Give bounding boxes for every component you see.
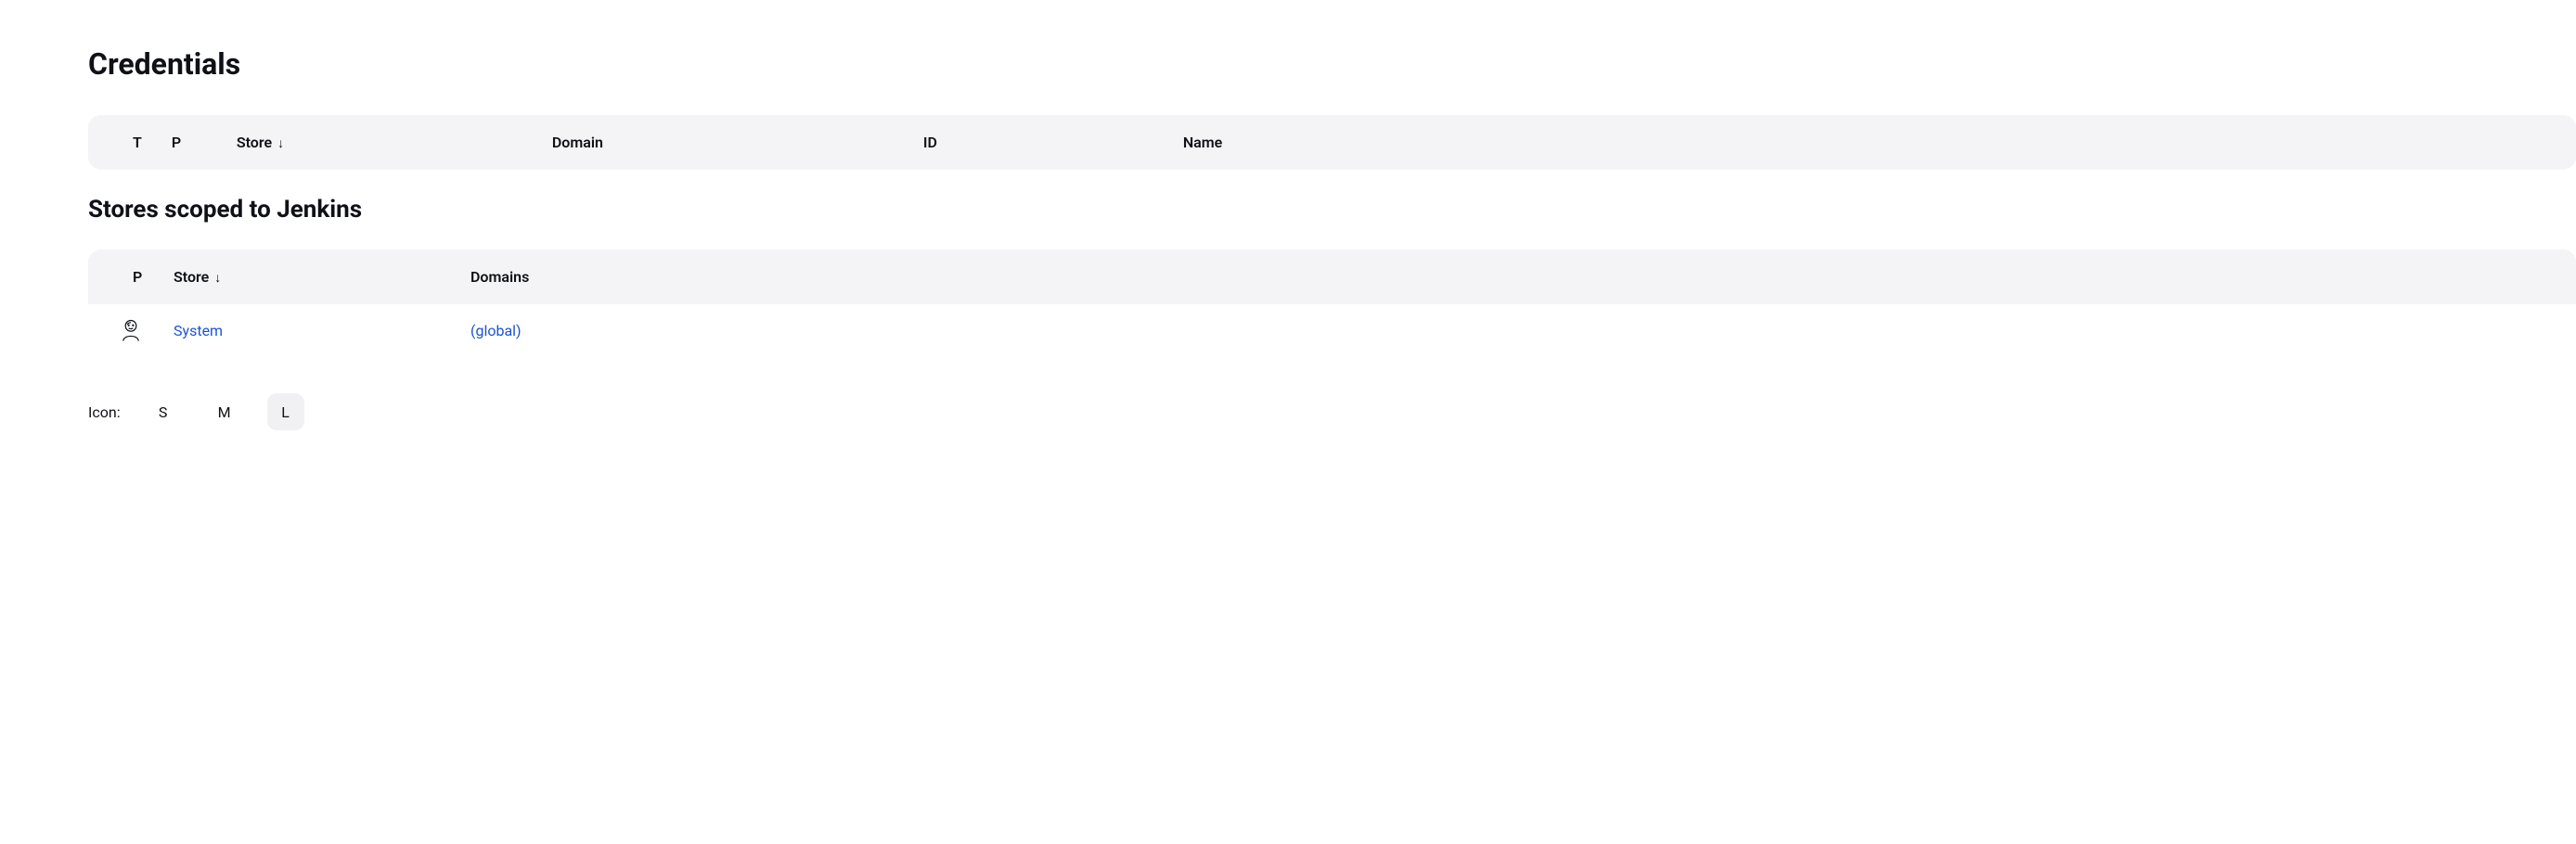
credentials-col-domain[interactable]: Domain [537, 115, 908, 170]
credentials-col-t[interactable]: T [88, 115, 157, 170]
sort-down-icon: ↓ [214, 270, 221, 286]
sort-down-icon: ↓ [277, 135, 284, 151]
icon-size-l-button[interactable]: L [267, 393, 304, 430]
stores-col-domains[interactable]: Domains [456, 249, 2576, 304]
credentials-table: T P Store↓ Domain ID Name [88, 115, 2576, 170]
credentials-col-name[interactable]: Name [1168, 115, 2576, 170]
stores-title: Stores scoped to Jenkins [88, 196, 2576, 224]
jenkins-icon [118, 320, 144, 338]
credentials-col-p[interactable]: P [157, 115, 222, 170]
stores-col-p[interactable]: P [88, 249, 159, 304]
stores-table: P Store↓ Domains [88, 249, 2576, 356]
icon-size-m-button[interactable]: M [206, 393, 243, 430]
icon-size-control: Icon: S M L [88, 393, 2576, 430]
credentials-col-store[interactable]: Store↓ [222, 115, 537, 170]
page-title: Credentials [88, 46, 2576, 82]
stores-col-store[interactable]: Store↓ [159, 249, 456, 304]
icon-size-label: Icon: [88, 403, 121, 421]
icon-size-s-button[interactable]: S [145, 393, 182, 430]
domain-global-link[interactable]: (global) [470, 322, 522, 339]
table-row: System (global) [88, 304, 2576, 356]
credentials-col-id[interactable]: ID [908, 115, 1168, 170]
store-system-link[interactable]: System [174, 322, 223, 339]
